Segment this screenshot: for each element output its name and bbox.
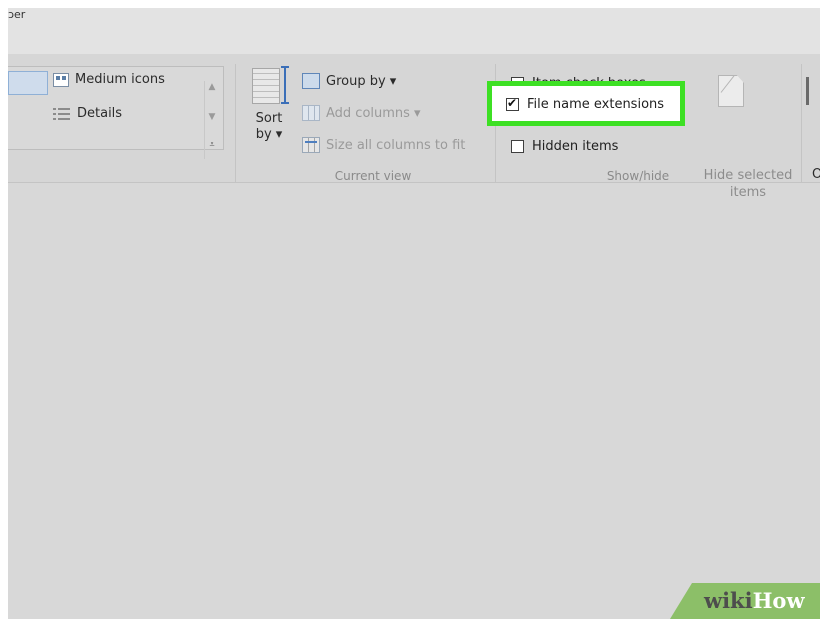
hidden-items-option[interactable]: Hidden items: [511, 139, 618, 154]
group-by-label: Group by ▾: [326, 73, 397, 89]
show-hide-group-label: Show/hide: [606, 169, 670, 183]
hidden-items-checkbox[interactable]: [511, 140, 524, 153]
group-divider: [801, 64, 802, 182]
sort-icon[interactable]: [252, 68, 280, 104]
current-view-group-label: Current view: [334, 169, 412, 183]
options-icon[interactable]: [806, 77, 809, 105]
layout-item-label: Medium icons: [75, 72, 165, 87]
details-icon: [53, 106, 71, 121]
file-name-extensions-label: File name extensions: [527, 97, 665, 112]
layout-item-label: Details: [77, 106, 123, 121]
sort-arrow-icon: [281, 66, 289, 104]
file-name-extensions-option[interactable]: File name extensions: [506, 96, 665, 112]
wikihow-watermark: wikiHow: [670, 583, 820, 619]
hide-selected-line2: items: [729, 185, 767, 200]
hide-selected-items-button[interactable]: Hide selected items: [700, 167, 796, 201]
watermark-wiki: wiki: [704, 588, 753, 613]
ribbon-divider: [8, 182, 820, 183]
expand-gallery-icon[interactable]: ⩡: [207, 139, 217, 151]
add-columns-button[interactable]: Add columns ▾: [302, 105, 421, 121]
add-columns-label: Add columns ▾: [326, 105, 421, 121]
sort-by-line1: Sort: [255, 111, 283, 126]
ribbon-view-tab: Medium icons Details ▲ ▼ ⩡ Sort by ▾ Gro…: [8, 54, 820, 200]
group-divider: [235, 64, 236, 182]
size-all-columns-button[interactable]: Size all columns to fit: [302, 137, 465, 153]
window-title: ɔer: [8, 8, 26, 21]
sort-by-button[interactable]: Sort by ▾: [252, 111, 286, 143]
file-name-extensions-checkbox[interactable]: [506, 96, 519, 111]
scroll-down-icon[interactable]: ▼: [207, 111, 217, 123]
layout-gallery: Medium icons Details ▲ ▼ ⩡: [8, 66, 224, 159]
layout-option-selected[interactable]: [8, 71, 48, 95]
explorer-window: ɔer Medium icons Details ▲ ▼ ⩡ Sort by ▾…: [8, 8, 820, 619]
layout-medium-icons[interactable]: Medium icons: [53, 72, 165, 87]
title-bar: ɔer: [8, 8, 820, 54]
hidden-items-label: Hidden items: [532, 139, 619, 154]
scroll-up-icon[interactable]: ▲: [207, 81, 217, 93]
options-button-fragment[interactable]: O: [812, 167, 820, 182]
add-columns-icon: [302, 105, 320, 121]
group-by-icon: [302, 73, 320, 89]
layout-details[interactable]: Details: [53, 106, 122, 121]
layout-gallery-scroll: ▲ ▼ ⩡: [204, 81, 219, 159]
sort-by-line2: by ▾: [255, 127, 283, 142]
group-by-button[interactable]: Group by ▾: [302, 73, 396, 89]
size-columns-icon: [302, 137, 320, 153]
hide-selected-icon[interactable]: [718, 75, 744, 107]
highlight-box: File name extensions: [487, 81, 685, 126]
watermark-how: How: [752, 588, 805, 613]
medium-icons-icon: [53, 72, 69, 87]
size-all-columns-label: Size all columns to fit: [326, 137, 466, 153]
